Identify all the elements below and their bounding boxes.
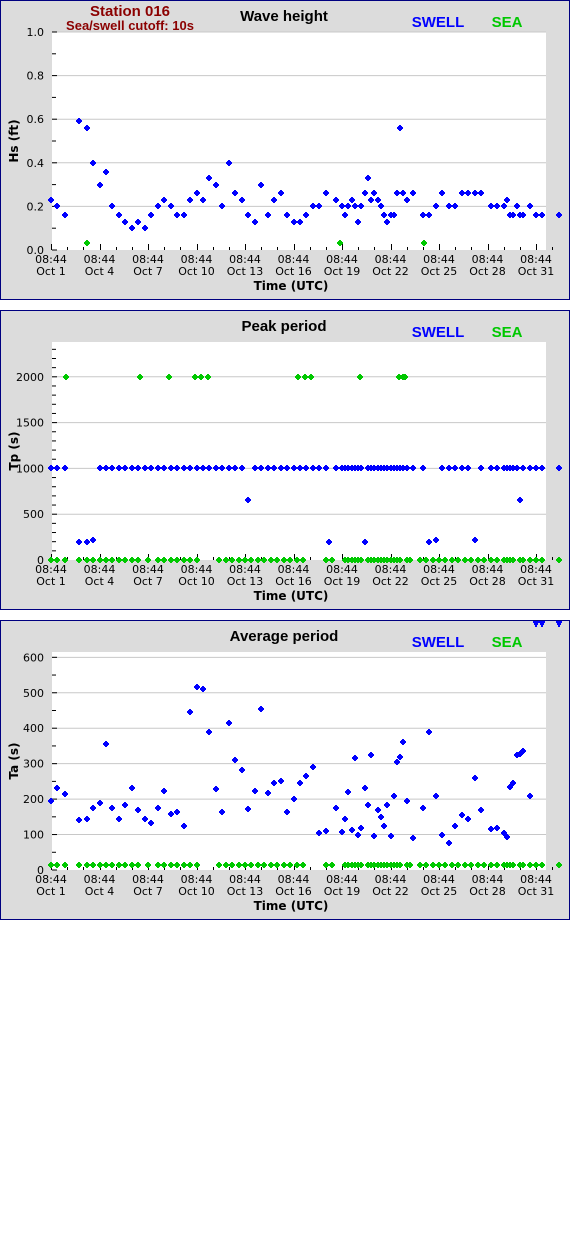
x-tick-date-label: Oct 25 [421,575,458,588]
data-point-swell [556,621,562,627]
y-tick-label: 0.4 [27,157,45,170]
legend-sea: SEA [492,324,523,341]
x-tick-date-label: Oct 25 [421,885,458,898]
x-tick-date-label: Oct 1 [36,265,66,278]
x-tick-date-label: Oct 28 [469,885,506,898]
x-tick-date-label: Oct 4 [85,265,115,278]
x-tick-date-label: Oct 4 [85,575,115,588]
x-tick-date-label: Oct 22 [372,575,409,588]
legend-sea: SEA [492,634,523,651]
x-tick-date-label: Oct 19 [324,575,361,588]
x-tick-date-label: Oct 31 [518,885,555,898]
peak-period-panel: 0 500 1000 1500 2000 08:44 Oct 1 08:44 Oct 4 08:4… [0,310,570,610]
y-axis-label: Hs (ft) [7,119,21,162]
data-point-sea [556,862,562,868]
x-tick-date-label: Oct 1 [36,575,66,588]
x-tick-date-label: Oct 28 [469,265,506,278]
x-tick-date-label: Oct 19 [324,885,361,898]
x-tick-date-label: Oct 7 [133,575,163,588]
x-tick-date-label: Oct 25 [421,265,458,278]
wave-height-panel: 0.0 0.2 0.4 0.6 0.8 1.0 08:44 Oct 1 08:44 Oct 4 08… [0,0,570,300]
x-tick-date-label: Oct 10 [178,885,215,898]
y-tick-label: 0.8 [27,70,45,83]
plot-area [52,652,546,870]
x-axis-label: Time (UTC) [254,589,329,603]
y-tick-label: 2000 [16,371,44,384]
x-tick-date-label: Oct 31 [518,575,555,588]
x-tick-date-label: Oct 1 [36,885,66,898]
cutoff-label: Sea/swell cutoff: 10s [66,18,194,33]
data-point-swell [533,621,539,627]
x-tick-date-label: Oct 4 [85,885,115,898]
x-tick-date-label: Oct 13 [227,575,264,588]
x-tick-date-label: Oct 28 [469,575,506,588]
average-period-panel: 0 100 200 300 400 500 600 08:44 Oct 1 08:44 Oct 40… [0,620,570,920]
data-point-swell [539,621,545,627]
x-axis-label: Time (UTC) [254,899,329,913]
wave-height-chart: 0.00.20.40.60.81.008:44Oct 108:44Oct 408… [7,3,562,293]
y-tick-label: 0.6 [27,113,45,126]
chart-title: Wave height [240,8,328,25]
x-tick-date-label: Oct 22 [372,885,409,898]
x-axis-label: Time (UTC) [254,279,329,293]
average-period-chart: 010020030040050060008:44Oct 108:44Oct 40… [7,621,562,913]
x-tick-date-label: Oct 13 [227,885,264,898]
x-tick-date-label: Oct 16 [275,575,312,588]
x-tick-date-label: Oct 7 [133,265,163,278]
y-tick-label: 1500 [16,417,44,430]
y-tick-label: 1.0 [27,26,45,39]
chart-title: Average period [230,628,339,645]
x-tick-date-label: Oct 10 [178,575,215,588]
y-tick-label: 600 [23,651,44,664]
x-tick-date-label: Oct 16 [275,885,312,898]
x-tick-date-label: Oct 19 [324,265,361,278]
data-point-swell [556,212,562,218]
peak-period-chart: 050010001500200008:44Oct 108:44Oct 408:4… [7,318,562,603]
legend-sea: SEA [492,14,523,31]
y-tick-label: 400 [23,722,44,735]
x-tick-date-label: Oct 13 [227,265,264,278]
y-tick-label: 100 [23,829,44,842]
data-point-swell [556,465,562,471]
legend-swell: SWELL [412,14,465,31]
data-point-sea [556,557,562,563]
y-tick-label: 200 [23,793,44,806]
legend-swell: SWELL [412,634,465,651]
x-tick-date-label: Oct 22 [372,265,409,278]
y-tick-label: 500 [23,687,44,700]
y-axis-label: Tp (s) [7,431,21,470]
y-tick-label: 300 [23,758,44,771]
y-tick-label: 500 [23,508,44,521]
y-tick-label: 0.2 [27,200,45,213]
x-tick-date-label: Oct 7 [133,885,163,898]
x-tick-date-label: Oct 31 [518,265,555,278]
x-tick-date-label: Oct 10 [178,265,215,278]
chart-title: Peak period [241,318,326,335]
x-tick-date-label: Oct 16 [275,265,312,278]
y-axis-label: Ta (s) [7,742,21,779]
plot-area [52,32,546,250]
legend-swell: SWELL [412,324,465,341]
